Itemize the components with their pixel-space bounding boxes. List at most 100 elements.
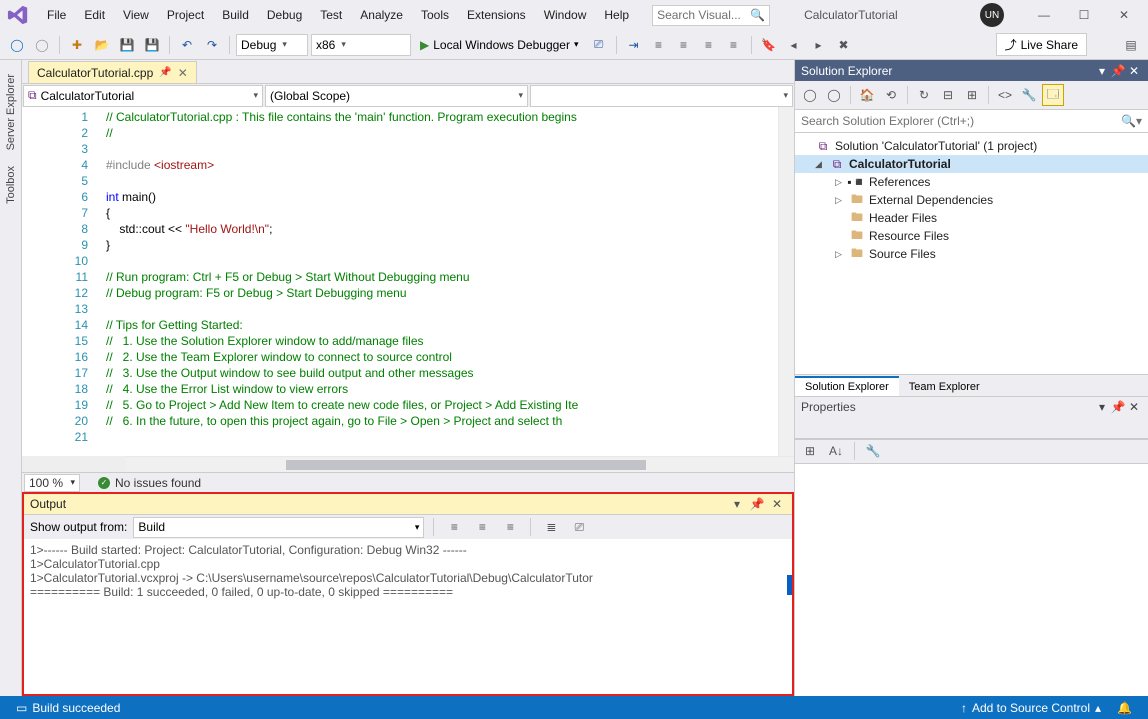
tree-references[interactable]: ▷ ▪◾ References: [795, 173, 1148, 191]
tree-external[interactable]: ▷ 🖿 External Dependencies: [795, 191, 1148, 209]
se-search-box[interactable]: Search Solution Explorer (Ctrl+;) 🔍▾: [795, 109, 1148, 133]
output-prev-icon[interactable]: ≡: [443, 516, 465, 538]
indent-icon[interactable]: ≡: [648, 34, 670, 56]
issues-indicator[interactable]: ✓ No issues found: [98, 476, 201, 490]
status-build[interactable]: ▭ Build succeeded: [8, 701, 128, 715]
output-title-bar[interactable]: Output ▾ 📌 ✕: [24, 494, 792, 515]
tab-solution-explorer[interactable]: Solution Explorer: [795, 376, 899, 396]
output-wrap-icon[interactable]: ≣: [540, 516, 562, 538]
output-toggle-icon[interactable]: ⎚: [568, 516, 590, 538]
expand-icon[interactable]: ▷: [835, 195, 845, 206]
menu-build[interactable]: Build: [213, 2, 258, 28]
props-sort-icon[interactable]: A↓: [825, 440, 847, 462]
se-home-icon[interactable]: ◯: [799, 84, 821, 106]
tab-team-explorer[interactable]: Team Explorer: [899, 376, 990, 396]
nav-fwd-button[interactable]: ◯: [31, 34, 53, 56]
menu-file[interactable]: File: [38, 2, 75, 28]
props-pin-icon[interactable]: 📌: [1110, 400, 1126, 414]
code-editor[interactable]: 123456789101112131415161718192021 // Cal…: [22, 107, 794, 456]
tree-header-files[interactable]: 🖿 Header Files: [795, 209, 1148, 227]
toolbar-overflow-icon[interactable]: ▤: [1120, 34, 1142, 56]
se-pin-icon[interactable]: 📌: [1110, 64, 1126, 78]
save-button[interactable]: 💾: [116, 34, 138, 56]
title-search-box[interactable]: Search Visual... 🔍: [652, 5, 770, 26]
properties-title[interactable]: Properties ▾ 📌 ✕: [795, 396, 1148, 417]
se-code-icon[interactable]: <>: [994, 84, 1016, 106]
editor-horizontal-scrollbar[interactable]: [126, 456, 794, 472]
tree-resource-files[interactable]: 🖿 Resource Files: [795, 227, 1148, 245]
se-home2-icon[interactable]: 🏠: [856, 84, 878, 106]
tree-project[interactable]: ◢ ⧉ CalculatorTutorial: [795, 155, 1148, 173]
output-close-icon[interactable]: ✕: [768, 495, 786, 513]
context-project-dropdown[interactable]: ⧉ CalculatorTutorial ▾: [23, 85, 263, 107]
user-avatar[interactable]: UN: [980, 3, 1004, 27]
open-file-button[interactable]: 📂: [91, 34, 113, 56]
redo-button[interactable]: ↷: [201, 34, 223, 56]
step-into-icon[interactable]: ⇥: [623, 34, 645, 56]
toolbox-tab[interactable]: Toolbox: [3, 158, 19, 212]
context-member-dropdown[interactable]: ▾: [530, 85, 793, 107]
uncomment-icon[interactable]: ≡: [723, 34, 745, 56]
se-close-icon[interactable]: ✕: [1126, 64, 1142, 78]
clear-bookmark-icon[interactable]: ✖: [833, 34, 855, 56]
expand-icon[interactable]: ◢: [815, 159, 825, 170]
configuration-dropdown[interactable]: Debug▾: [236, 34, 308, 56]
comment-icon[interactable]: ≡: [698, 34, 720, 56]
server-explorer-tab[interactable]: Server Explorer: [3, 66, 19, 158]
pin-icon[interactable]: 📌: [159, 67, 171, 78]
platform-dropdown[interactable]: x86▾: [311, 34, 411, 56]
solution-explorer-title[interactable]: Solution Explorer ▾ 📌 ✕: [795, 60, 1148, 81]
nav-back-button[interactable]: ◯: [6, 34, 28, 56]
se-back-icon[interactable]: ◯: [823, 84, 845, 106]
editor-vertical-scrollbar[interactable]: [778, 107, 794, 456]
tree-source-files[interactable]: ▷ 🖿 Source Files: [795, 245, 1148, 263]
output-clear-icon[interactable]: ≡: [499, 516, 521, 538]
notifications-icon[interactable]: 🔔: [1109, 701, 1140, 715]
output-from-dropdown[interactable]: Build ▾: [133, 517, 424, 538]
se-collapse-icon[interactable]: ⊟: [937, 84, 959, 106]
se-showall-icon[interactable]: ⊞: [961, 84, 983, 106]
undo-button[interactable]: ↶: [176, 34, 198, 56]
live-share-button[interactable]: ⤴ Live Share: [996, 33, 1087, 56]
menu-help[interactable]: Help: [595, 2, 638, 28]
expand-icon[interactable]: ▷: [835, 177, 845, 188]
menu-test[interactable]: Test: [311, 2, 351, 28]
close-button[interactable]: ✕: [1104, 2, 1144, 28]
menu-tools[interactable]: Tools: [412, 2, 458, 28]
context-scope-dropdown[interactable]: (Global Scope) ▾: [265, 85, 528, 107]
se-refresh-icon[interactable]: ↻: [913, 84, 935, 106]
se-dropdown-icon[interactable]: ▾: [1094, 64, 1110, 78]
se-wrench-icon[interactable]: 🔧: [1018, 84, 1040, 106]
output-next-icon[interactable]: ≡: [471, 516, 493, 538]
next-bookmark-icon[interactable]: ▸: [808, 34, 830, 56]
output-text[interactable]: 1>------ Build started: Project: Calcula…: [24, 539, 792, 694]
menu-view[interactable]: View: [114, 2, 158, 28]
outdent-icon[interactable]: ≡: [673, 34, 695, 56]
close-tab-icon[interactable]: ✕: [178, 66, 188, 80]
code-area[interactable]: // CalculatorTutorial.cpp : This file co…: [106, 107, 778, 456]
expand-icon[interactable]: ▷: [835, 249, 845, 260]
menu-project[interactable]: Project: [158, 2, 213, 28]
menu-window[interactable]: Window: [535, 2, 596, 28]
props-wrench-icon[interactable]: 🔧: [862, 440, 884, 462]
toolbar-icon-1[interactable]: ⎚: [588, 34, 610, 56]
tree-solution-root[interactable]: ⧉ Solution 'CalculatorTutorial' (1 proje…: [795, 137, 1148, 155]
solution-tree[interactable]: ⧉ Solution 'CalculatorTutorial' (1 proje…: [795, 133, 1148, 374]
maximize-button[interactable]: ☐: [1064, 2, 1104, 28]
props-dropdown-icon[interactable]: ▾: [1094, 400, 1110, 414]
se-sync-icon[interactable]: ⟲: [880, 84, 902, 106]
props-cat-icon[interactable]: ⊞: [799, 440, 821, 462]
prev-bookmark-icon[interactable]: ◂: [783, 34, 805, 56]
menu-edit[interactable]: Edit: [75, 2, 114, 28]
minimize-button[interactable]: —: [1024, 2, 1064, 28]
output-dropdown-icon[interactable]: ▾: [728, 495, 746, 513]
new-project-button[interactable]: ✚: [66, 34, 88, 56]
bookmark-icon[interactable]: 🔖: [758, 34, 780, 56]
menu-analyze[interactable]: Analyze: [351, 2, 412, 28]
menu-extensions[interactable]: Extensions: [458, 2, 535, 28]
add-source-control[interactable]: ↑ Add to Source Control ▴: [953, 701, 1109, 715]
output-pin-icon[interactable]: 📌: [748, 495, 766, 513]
document-tab[interactable]: CalculatorTutorial.cpp 📌 ✕: [28, 61, 197, 83]
start-debugging-button[interactable]: ▶ Local Windows Debugger ▾: [414, 34, 585, 56]
props-close-icon[interactable]: ✕: [1126, 400, 1142, 414]
